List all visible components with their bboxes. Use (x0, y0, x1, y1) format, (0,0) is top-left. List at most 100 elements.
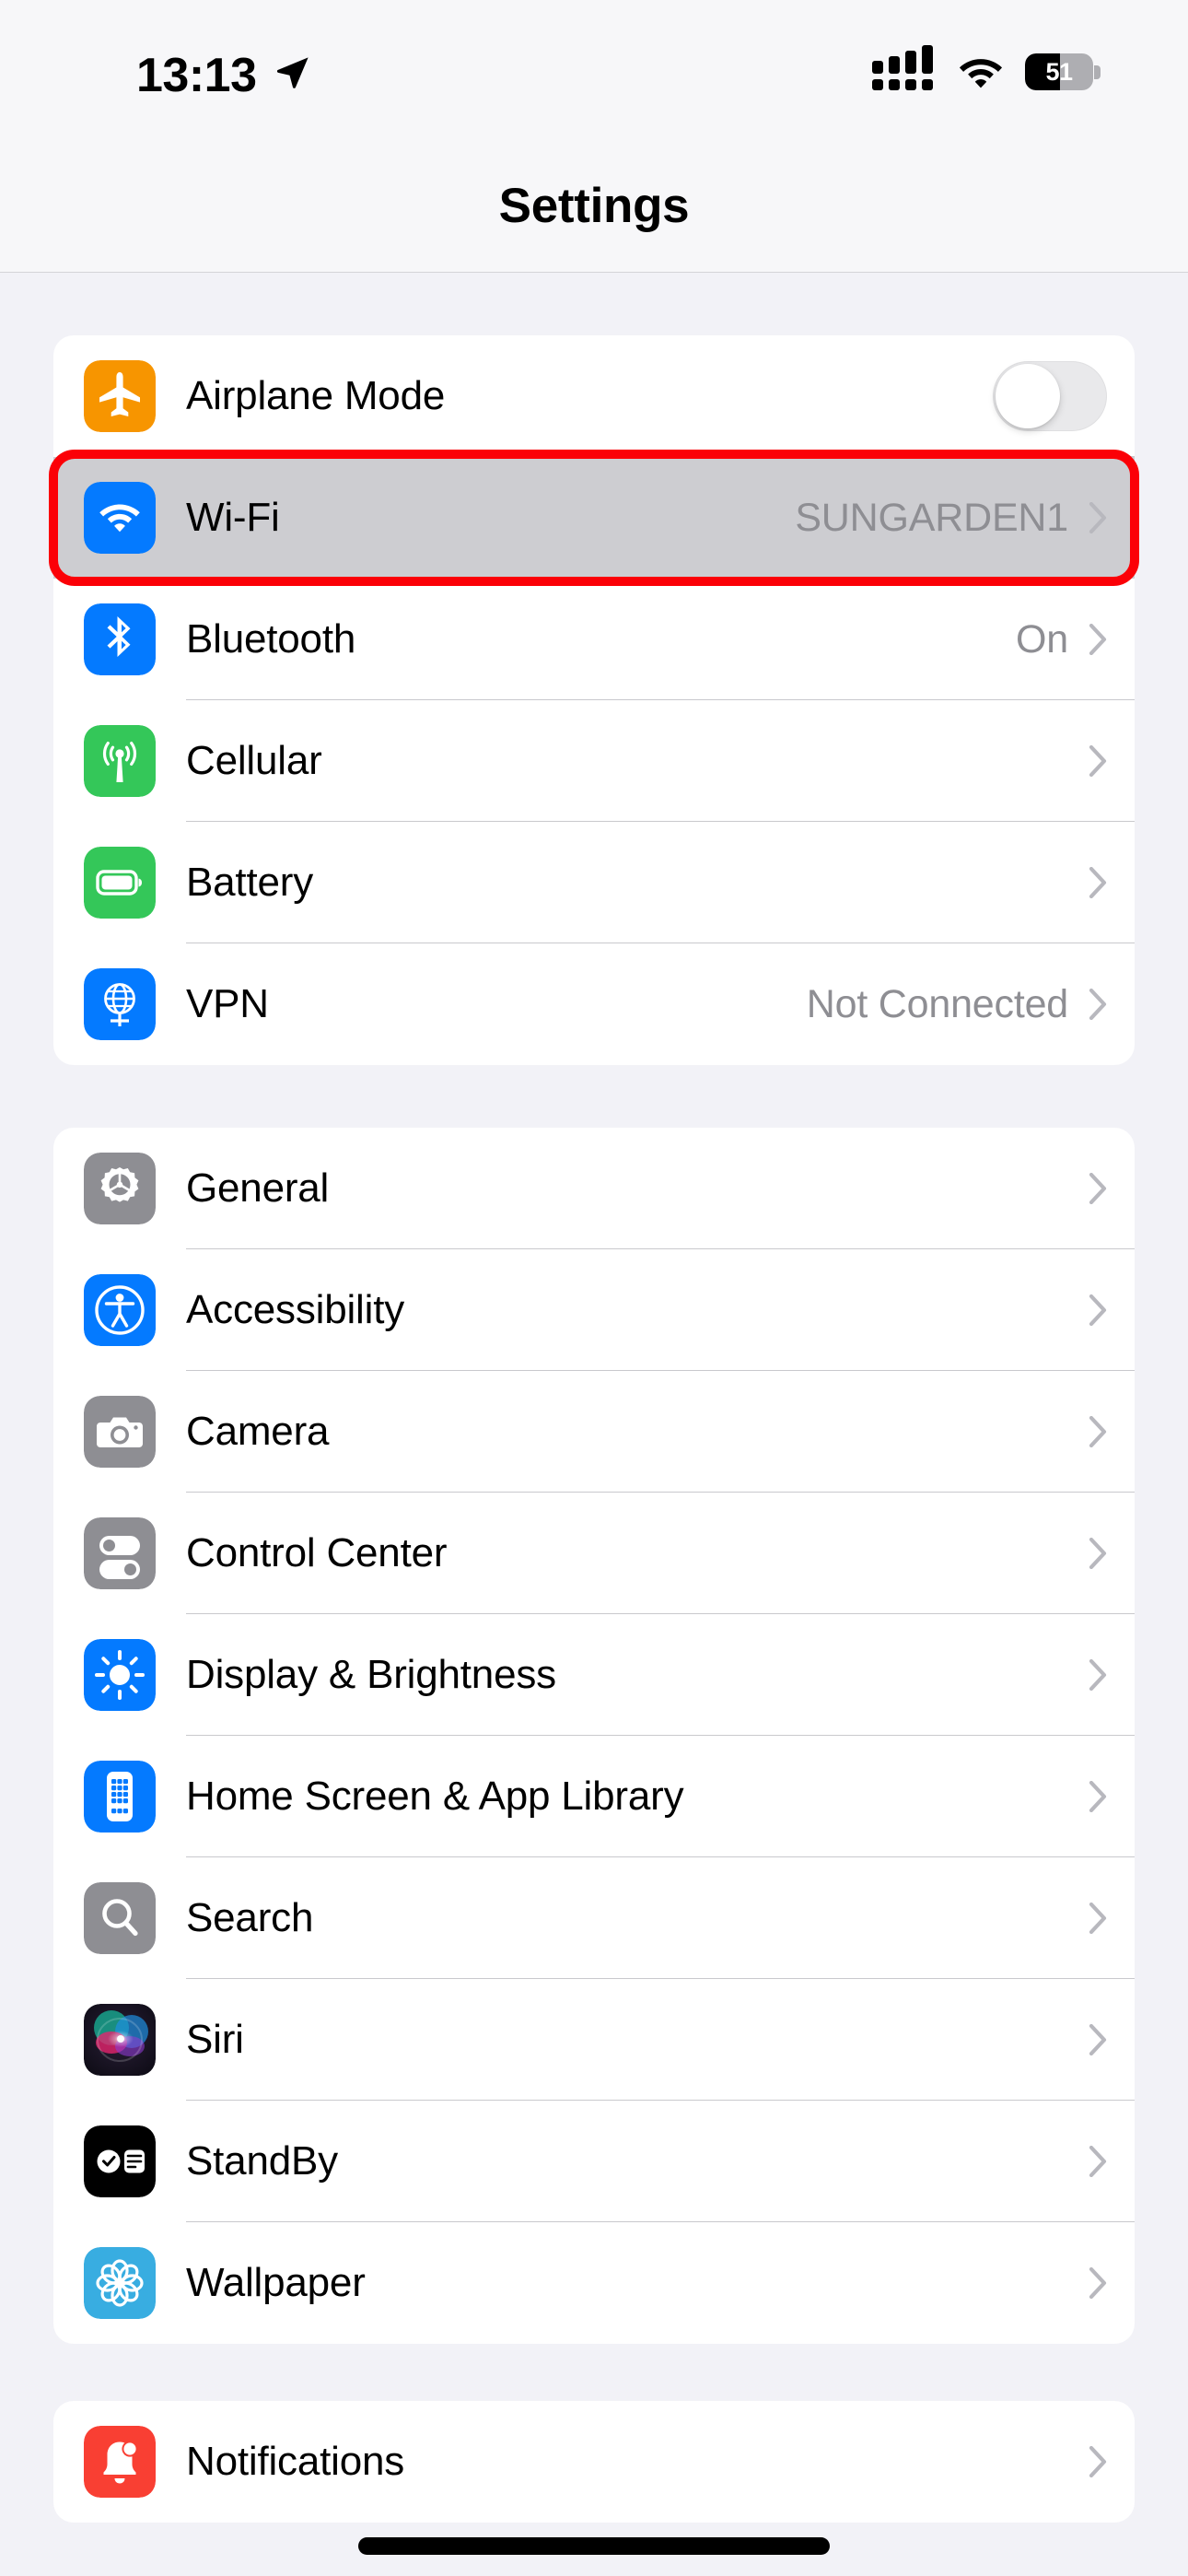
accessibility-icon (84, 1274, 156, 1346)
chevron-right-icon (1089, 867, 1107, 898)
control-center-icon (84, 1517, 156, 1589)
vpn-globe-icon (84, 968, 156, 1040)
settings-row-label: Airplane Mode (186, 373, 446, 418)
chevron-right-icon (1089, 745, 1107, 777)
page-title: Settings (498, 178, 690, 233)
settings-row-accessory (1089, 1173, 1135, 1204)
airplane-icon (84, 360, 156, 432)
settings-row-wallpaper[interactable]: Wallpaper (53, 2222, 1135, 2344)
chevron-right-icon (1089, 1173, 1107, 1204)
camera-icon (84, 1396, 156, 1468)
chevron-right-icon (1089, 2146, 1107, 2177)
wallpaper-flower-icon (84, 2247, 156, 2319)
settings-row-label: General (186, 1165, 330, 1211)
settings-row-wifi[interactable]: Wi-Fi SUNGARDEN1 (53, 457, 1135, 579)
wifi-icon (84, 482, 156, 554)
settings-row-accessibility[interactable]: Accessibility (53, 1249, 1135, 1371)
settings-row-value: Not Connected (806, 981, 1068, 1026)
battery-indicator: 51 (1025, 53, 1101, 90)
chevron-right-icon (1089, 2024, 1107, 2055)
home-indicator (358, 2537, 830, 2555)
settings-row-airplane-mode[interactable]: Airplane Mode (53, 335, 1135, 457)
battery-percent-label: 51 (1045, 57, 1073, 86)
settings-row-label: Accessibility (186, 1287, 405, 1332)
settings-group-connectivity: Airplane Mode Wi-Fi SUNGARDEN1 Bluetooth On C… (53, 335, 1135, 1065)
battery-icon (84, 847, 156, 919)
settings-row-label: Home Screen & App Library (186, 1774, 684, 1819)
chevron-right-icon (1089, 624, 1107, 655)
settings-row-accessory (1089, 2446, 1135, 2477)
chevron-right-icon (1089, 2446, 1107, 2477)
settings-row-label: Notifications (186, 2439, 405, 2484)
chevron-right-icon (1089, 2267, 1107, 2299)
settings-row-camera[interactable]: Camera (53, 1371, 1135, 1493)
brightness-sun-icon (84, 1639, 156, 1711)
settings-row-accessory (1089, 1538, 1135, 1569)
settings-row-accessory (1089, 1294, 1135, 1326)
settings-row-notifications[interactable]: Notifications (53, 2401, 1135, 2523)
bluetooth-icon (84, 603, 156, 675)
settings-row-accessory (1089, 1416, 1135, 1447)
wifi-icon (959, 59, 1003, 88)
chevron-right-icon (1089, 1659, 1107, 1691)
settings-group-notifications: Notifications (53, 2401, 1135, 2523)
settings-row-value: SUNGARDEN1 (795, 495, 1068, 540)
settings-row-accessory: SUNGARDEN1 (795, 496, 1135, 541)
standby-icon (84, 2125, 156, 2197)
settings-row-accessory (1089, 867, 1135, 898)
settings-row-siri[interactable]: Siri (53, 1979, 1135, 2101)
settings-row-label: Siri (186, 2017, 244, 2062)
status-bar-time: 13:13 (136, 49, 257, 102)
settings-row-label: Search (186, 1895, 314, 1940)
settings-row-search[interactable]: Search (53, 1857, 1135, 1979)
chevron-right-icon (1089, 1538, 1107, 1569)
settings-row-label: StandBy (186, 2138, 338, 2184)
settings-row-accessory (993, 361, 1135, 431)
chevron-right-icon (1089, 1294, 1107, 1326)
cellular-signal-icon (872, 45, 937, 92)
settings-row-label: Cellular (186, 738, 322, 783)
settings-row-accessory (1089, 2024, 1135, 2055)
chevron-right-icon (1089, 1416, 1107, 1447)
status-bar-indicators: 51 (872, 45, 1101, 92)
settings-row-accessory (1089, 2267, 1135, 2299)
settings-row-accessory (1089, 1903, 1135, 1934)
settings-row-standby[interactable]: StandBy (53, 2101, 1135, 2222)
settings-row-bluetooth[interactable]: Bluetooth On (53, 579, 1135, 700)
settings-row-battery[interactable]: Battery (53, 822, 1135, 943)
settings-row-accessory (1089, 1781, 1135, 1812)
settings-row-accessory: Not Connected (807, 982, 1135, 1027)
navigation-bar: Settings (0, 138, 1188, 273)
chevron-right-icon (1089, 1781, 1107, 1812)
chevron-right-icon (1089, 502, 1107, 533)
settings-group-system: General Accessibility Camera Control Center… (53, 1128, 1135, 2344)
chevron-right-icon (1089, 989, 1107, 1020)
settings-row-cellular[interactable]: Cellular (53, 700, 1135, 822)
settings-row-label: Wi-Fi (186, 495, 280, 540)
cellular-antenna-icon (84, 725, 156, 797)
search-icon (84, 1882, 156, 1954)
settings-row-display-brightness[interactable]: Display & Brightness (53, 1614, 1135, 1736)
settings-row-accessory (1089, 1659, 1135, 1691)
settings-row-label: Battery (186, 860, 313, 905)
settings-row-accessory (1089, 2146, 1135, 2177)
location-arrow-icon (276, 57, 309, 88)
notification-bell-icon (84, 2426, 156, 2498)
settings-row-home-screen[interactable]: Home Screen & App Library (53, 1736, 1135, 1857)
settings-row-label: Control Center (186, 1530, 448, 1575)
settings-row-control-center[interactable]: Control Center (53, 1493, 1135, 1614)
settings-row-accessory: On (1016, 617, 1135, 662)
settings-list: Airplane Mode Wi-Fi SUNGARDEN1 Bluetooth On C… (0, 273, 1188, 2523)
toggle-knob (996, 364, 1060, 428)
settings-row-label: Wallpaper (186, 2260, 366, 2305)
siri-orb-icon (84, 2004, 156, 2076)
settings-row-value: On (1016, 616, 1068, 662)
home-screen-grid-icon (84, 1761, 156, 1832)
settings-row-accessory (1089, 745, 1135, 777)
settings-row-vpn[interactable]: VPN Not Connected (53, 943, 1135, 1065)
settings-row-label: Display & Brightness (186, 1652, 556, 1697)
toggle-airplane-mode[interactable] (993, 361, 1107, 431)
settings-row-general[interactable]: General (53, 1128, 1135, 1249)
settings-row-label: Bluetooth (186, 616, 356, 662)
chevron-right-icon (1089, 1903, 1107, 1934)
